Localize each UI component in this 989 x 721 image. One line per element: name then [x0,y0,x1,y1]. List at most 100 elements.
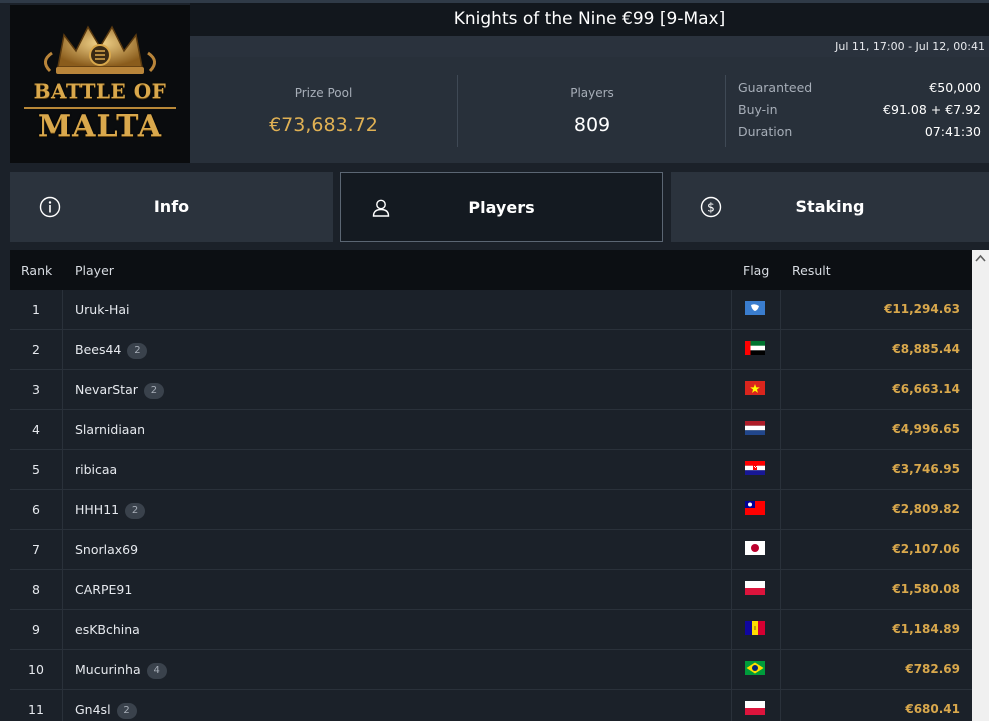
result-cell: €782.69 [905,662,960,676]
table-body: 1 Uruk-Hai €11,294.63 2 Bees44 2 €8,885.44 3 Nev… [10,290,972,721]
rank-cell: 10 [10,650,63,689]
player-cell[interactable]: ribicaa [75,450,117,489]
player-name[interactable]: Slarnidiaan [75,422,145,437]
result-cell: €1,184.89 [892,622,960,636]
table-scrollbar[interactable] [972,250,989,721]
rank-cell: 7 [10,530,63,569]
flag-cell [731,290,781,329]
table-row[interactable]: 6 HHH11 2 €2,809.82 [10,490,972,530]
table-row[interactable]: 8 CARPE91 €1,580.08 [10,570,972,610]
result-cell: €11,294.63 [884,302,960,316]
logo-line-2: MALTA [37,109,163,144]
player-name[interactable]: Gn4sl [75,702,111,717]
header-result[interactable]: Result [792,263,831,278]
result-cell: €8,885.44 [892,342,960,356]
detail-label: Buy-in [738,102,778,117]
player-name[interactable]: NevarStar [75,382,138,397]
result-cell: €1,580.08 [892,582,960,596]
table-row[interactable]: 5 ribicaa €3,746.95 [10,450,972,490]
logo-line-1: BATTLE OF [33,79,167,103]
player-cell[interactable]: CARPE91 [75,570,132,609]
table-header: Rank Player Flag Result [10,250,972,290]
table-row[interactable]: 9 esKBchina €1,184.89 [10,610,972,650]
prize-pool-value: €73,683.72 [269,114,378,136]
players-value: 809 [573,114,611,136]
table-row[interactable]: 4 Slarnidiaan €4,996.65 [10,410,972,450]
tab-info[interactable]: Info [10,172,333,242]
stats-panel: Prize Pool €73,683.72 Players 809 Guaran… [190,57,989,163]
table-row[interactable]: 7 Snorlax69 €2,107.06 [10,530,972,570]
tournament-title: Knights of the Nine €99 [9-Max] [190,3,989,36]
player-cell[interactable]: HHH11 2 [75,490,146,529]
table-row[interactable]: 2 Bees44 2 €8,885.44 [10,330,972,370]
player-cell[interactable]: Mucurinha 4 [75,650,167,689]
netherlands-flag-icon [745,421,765,435]
entries-badge: 4 [146,663,167,679]
tab-players[interactable]: Players [340,172,663,242]
player-name[interactable]: Snorlax69 [75,542,138,557]
entries-badge: 2 [127,343,148,359]
header-player[interactable]: Player [75,263,114,278]
player-name[interactable]: CARPE91 [75,582,132,597]
antarctica-flag-icon [745,301,765,315]
player-name[interactable]: HHH11 [75,502,119,517]
tab-label: Info [153,197,190,216]
battle-of-malta-logo: BATTLE OF MALTA [10,5,190,163]
players-stat: Players 809 [458,57,726,163]
flag-cell [731,570,781,609]
andorra-flag-icon [745,621,765,635]
player-name[interactable]: ribicaa [75,462,117,477]
table-row[interactable]: 11 Gn4sl 2 €680.41 [10,690,972,721]
players-label: Players [570,86,614,100]
header-flag[interactable]: Flag [743,263,769,278]
flag-cell [731,610,781,649]
tab-staking[interactable]: $ Staking [671,172,989,242]
table-row[interactable]: 10 Mucurinha 4 €782.69 [10,650,972,690]
table-row[interactable]: 1 Uruk-Hai €11,294.63 [10,290,972,330]
rank-cell: 11 [10,690,63,721]
player-cell[interactable]: NevarStar 2 [75,370,164,409]
flag-cell [731,330,781,369]
player-name[interactable]: Uruk-Hai [75,302,130,317]
prize-pool-label: Prize Pool [294,86,353,100]
player-name[interactable]: Mucurinha [75,662,141,677]
result-cell: €680.41 [905,702,960,716]
player-name[interactable]: esKBchina [75,622,140,637]
poland-flag-icon [745,701,765,715]
result-cell: €4,996.65 [892,422,960,436]
tournament-details: Guaranteed €50,000 Buy-in €91.08 + €7.92… [738,80,981,146]
scrollbar-thumb[interactable] [975,270,986,670]
rank-cell: 3 [10,370,63,409]
entries-badge: 2 [116,703,137,719]
player-cell[interactable]: Slarnidiaan [75,410,145,449]
rank-cell: 8 [10,570,63,609]
flag-cell [731,690,781,721]
rank-cell: 2 [10,330,63,369]
rank-cell: 1 [10,290,63,329]
player-cell[interactable]: Bees44 2 [75,330,148,369]
player-cell[interactable]: esKBchina [75,610,140,649]
player-name[interactable]: Bees44 [75,342,121,357]
detail-buy-in: Buy-in €91.08 + €7.92 [738,102,981,124]
rank-cell: 9 [10,610,63,649]
flag-cell [731,490,781,529]
scroll-up-icon[interactable] [972,250,989,267]
result-cell: €2,107.06 [892,542,960,556]
japan-flag-icon [745,541,765,555]
table-row[interactable]: 3 NevarStar 2 €6,663.14 [10,370,972,410]
flag-cell [731,650,781,689]
detail-value: 07:41:30 [924,124,981,139]
result-cell: €6,663.14 [892,382,960,396]
header-rank[interactable]: Rank [21,263,52,278]
tab-label: Players [468,198,535,217]
result-cell: €3,746.95 [892,462,960,476]
player-cell[interactable]: Uruk-Hai [75,290,130,329]
player-cell[interactable]: Gn4sl 2 [75,690,137,721]
flag-cell [731,450,781,489]
stats-divider [725,75,726,147]
rank-cell: 6 [10,490,63,529]
result-cell: €2,809.82 [892,502,960,516]
player-cell[interactable]: Snorlax69 [75,530,138,569]
results-table: Rank Player Flag Result 1 Uruk-Hai €11,294… [10,250,972,721]
rank-cell: 4 [10,410,63,449]
